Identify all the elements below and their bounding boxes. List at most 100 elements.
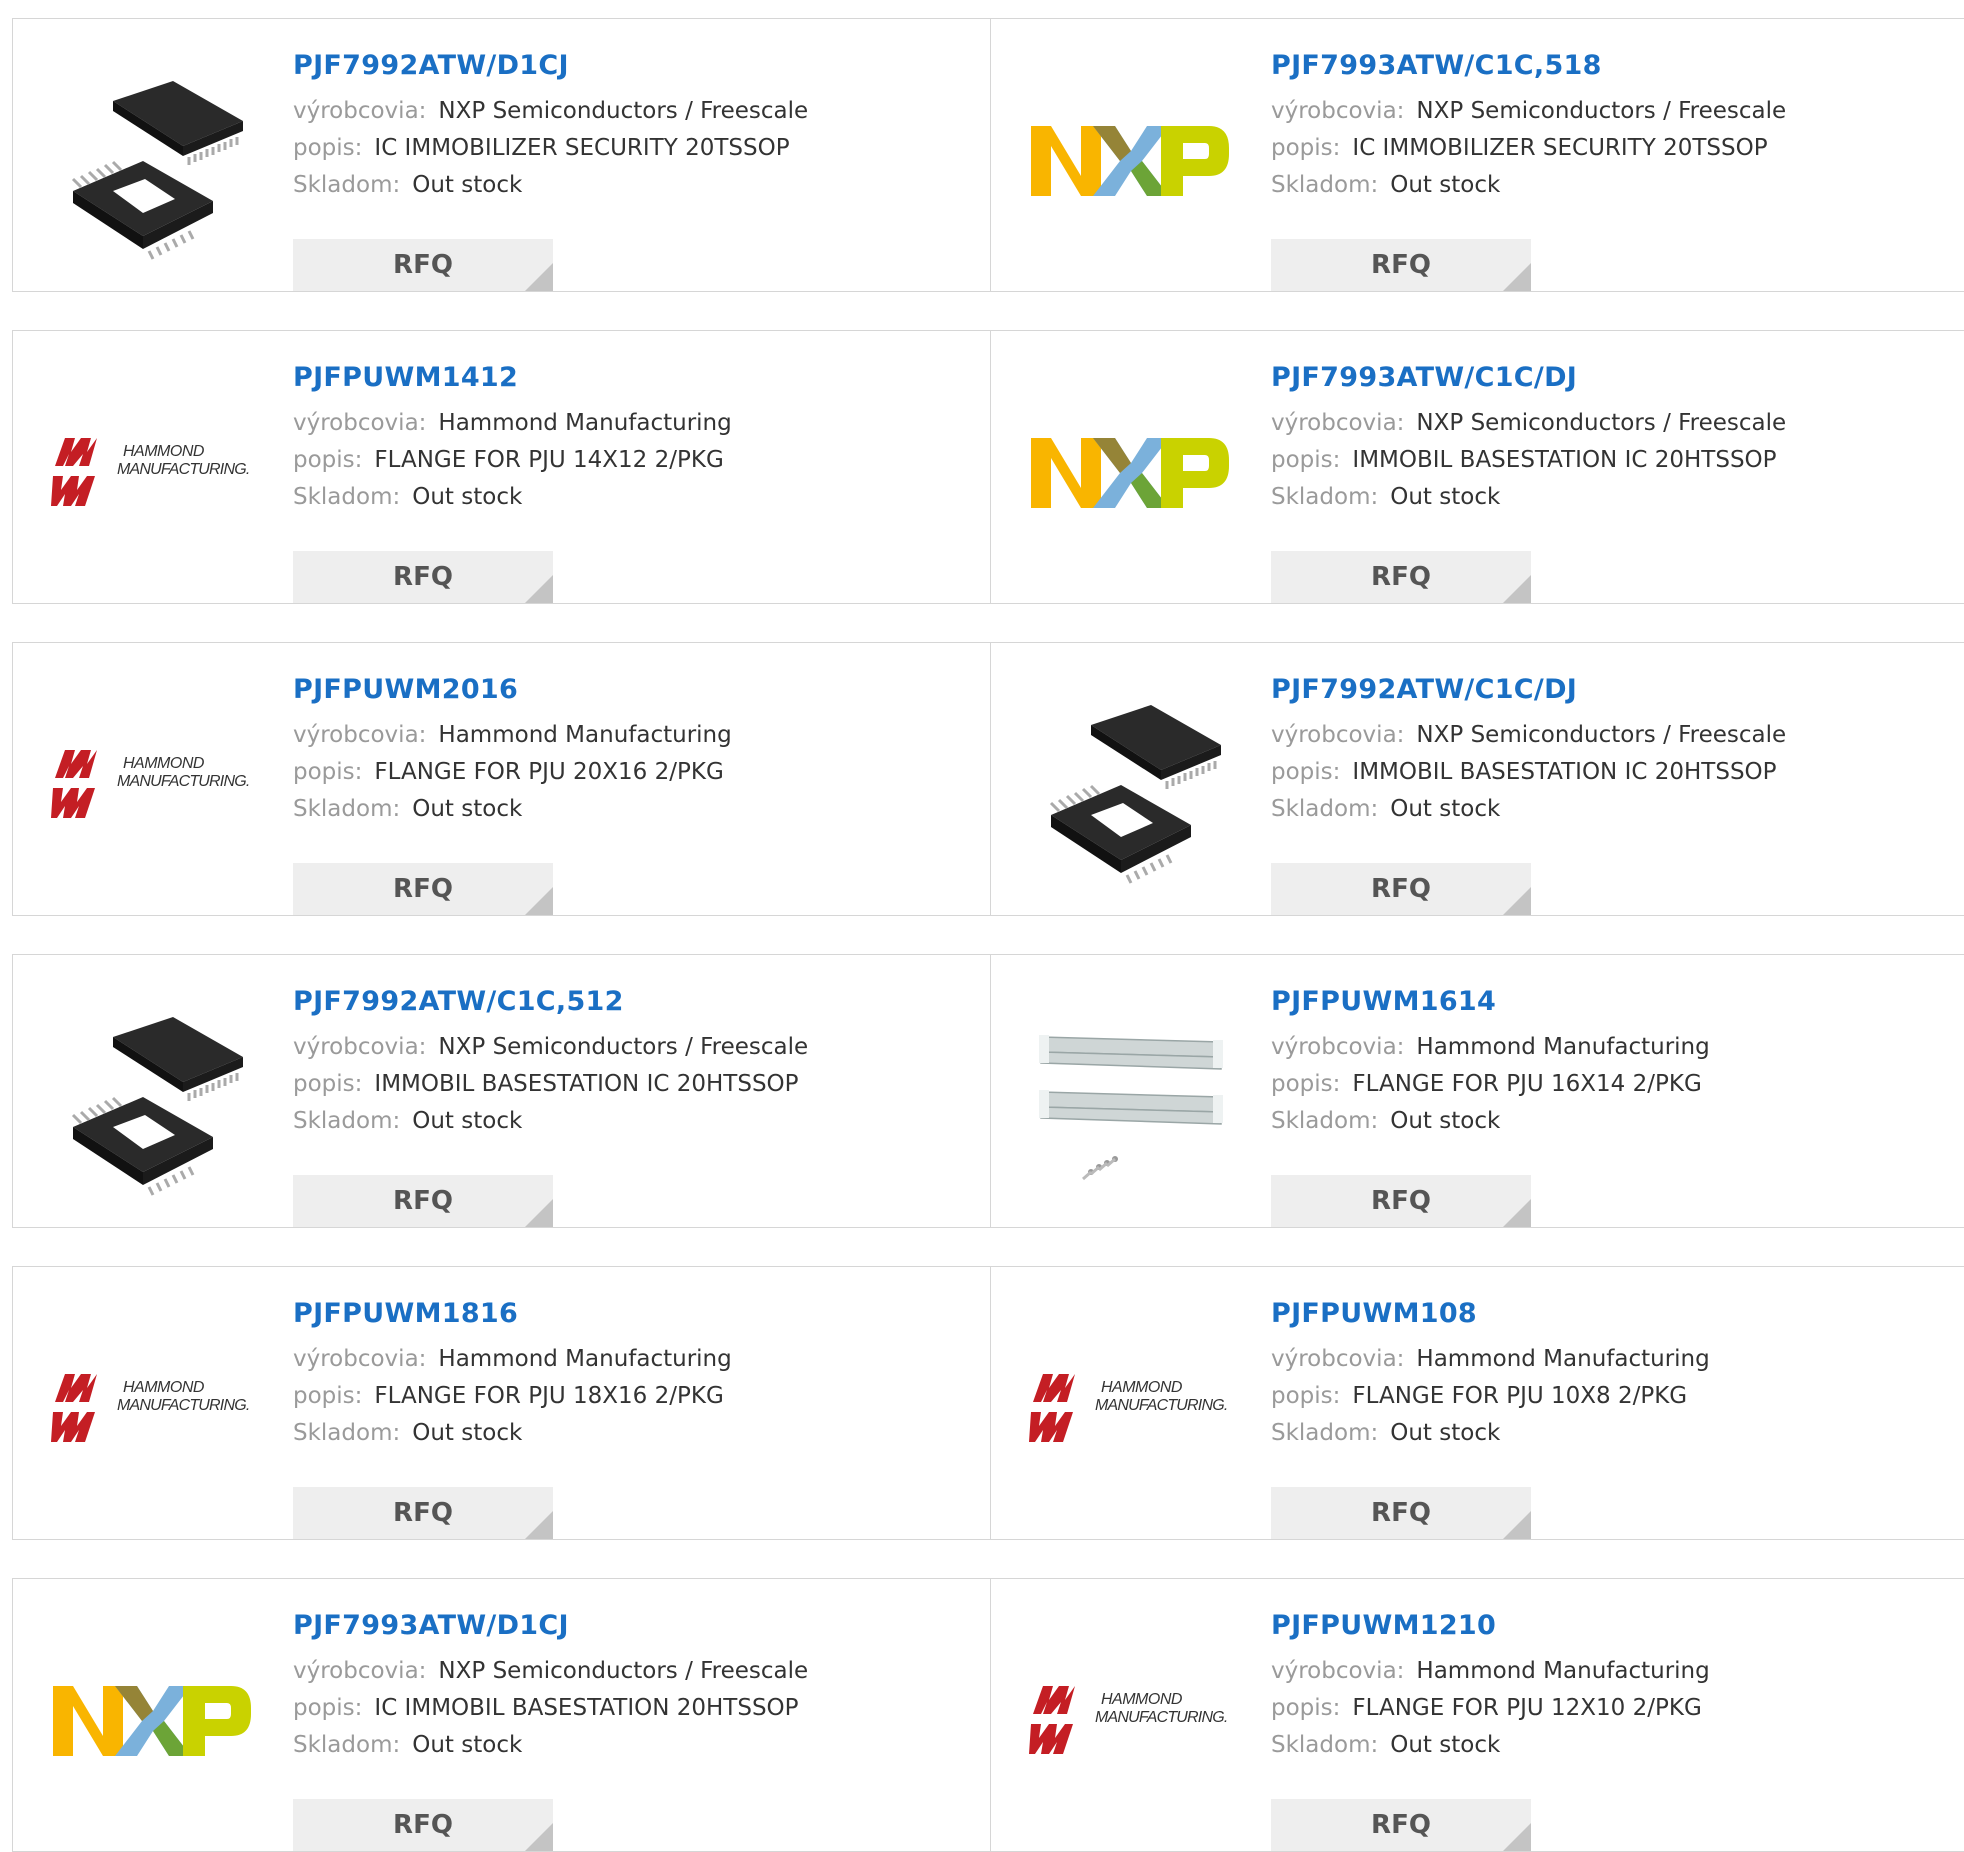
stock-label: Skladom: [1271,172,1379,198]
corner-triangle-icon [1503,1199,1531,1227]
part-number-link[interactable]: PJF7992ATW/D1CJ [293,47,808,93]
corner-triangle-icon [1503,263,1531,291]
part-number-link[interactable]: PJFPUWM1412 [293,359,732,405]
rfq-button[interactable]: RFQ [293,1175,553,1227]
rfq-label: RFQ [393,1810,453,1840]
manufacturer-label: výrobcovia: [293,98,427,124]
description-line: popis: FLANGE FOR PJU 10X8 2/PKG [1271,1378,1710,1415]
stock-value: Out stock [412,1108,523,1134]
manufacturer-value: Hammond Manufacturing [438,722,732,748]
svg-text:MANUFACTURING.: MANUFACTURING. [1095,1709,1228,1726]
rfq-button[interactable]: RFQ [1271,551,1531,603]
product-card: HAMMOND MANUFACTURING. PJFPUWM1210 výrobc… [991,1579,1964,1851]
stock-line: Skladom: Out stock [293,167,808,204]
product-image[interactable] [1029,683,1233,887]
tssop-chip-icon [1049,705,1221,884]
manufacturer-line: výrobcovia: NXP Semiconductors / Freescal… [1271,717,1786,754]
svg-text:HAMMOND: HAMMOND [1101,1379,1183,1396]
rfq-button[interactable]: RFQ [1271,863,1531,915]
manufacturer-value: NXP Semiconductors / Freescale [1416,722,1787,748]
manufacturer-line: výrobcovia: Hammond Manufacturing [293,717,732,754]
product-image[interactable]: HAMMOND MANUFACTURING. [1029,1307,1233,1511]
corner-triangle-icon [525,887,553,915]
part-number-link[interactable]: PJFPUWM1614 [1271,983,1710,1029]
rfq-button[interactable]: RFQ [1271,1175,1531,1227]
part-number-link[interactable]: PJF7992ATW/C1C/DJ [1271,671,1786,717]
description-value: IC IMMOBILIZER SECURITY 20TSSOP [1352,135,1768,161]
stock-line: Skladom: Out stock [1271,791,1786,828]
svg-text:MANUFACTURING.: MANUFACTURING. [117,461,250,478]
description-label: popis: [1271,135,1341,161]
product-info: PJFPUWM1614 výrobcovia: Hammond Manufactur… [1271,983,1710,1227]
part-number-link[interactable]: PJF7992ATW/C1C,512 [293,983,808,1029]
description-label: popis: [293,1695,363,1721]
description-label: popis: [1271,1695,1341,1721]
product-info: PJF7992ATW/D1CJ výrobcovia: NXP Semiconduc… [293,47,808,291]
stock-line: Skladom: Out stock [293,791,732,828]
description-line: popis: FLANGE FOR PJU 12X10 2/PKG [1271,1690,1710,1727]
manufacturer-label: výrobcovia: [293,722,427,748]
description-value: IMMOBIL BASESTATION IC 20HTSSOP [374,1071,799,1097]
rfq-button[interactable]: RFQ [293,1487,553,1539]
stock-value: Out stock [1390,796,1501,822]
part-number-link[interactable]: PJFPUWM2016 [293,671,732,717]
product-info: PJFPUWM2016 výrobcovia: Hammond Manufactur… [293,671,732,915]
rfq-button[interactable]: RFQ [1271,239,1531,291]
manufacturer-value: NXP Semiconductors / Freescale [1416,98,1787,124]
manufacturer-label: výrobcovia: [1271,98,1405,124]
part-number-link[interactable]: PJFPUWM1210 [1271,1607,1710,1653]
product-image[interactable] [1029,371,1233,575]
nxp-logo-icon [53,1686,251,1756]
stock-label: Skladom: [293,484,401,510]
product-image[interactable]: HAMMOND MANUFACTURING. [51,1307,255,1511]
product-image[interactable] [1029,59,1233,263]
svg-text:MANUFACTURING.: MANUFACTURING. [117,1397,250,1414]
part-number-link[interactable]: PJFPUWM108 [1271,1295,1710,1341]
product-image[interactable] [1029,995,1233,1199]
manufacturer-label: výrobcovia: [1271,410,1405,436]
rfq-button[interactable]: RFQ [293,863,553,915]
manufacturer-value: NXP Semiconductors / Freescale [438,1658,809,1684]
product-info: PJF7993ATW/C1C,518 výrobcovia: NXP Semicon… [1271,47,1787,291]
product-image[interactable] [51,995,255,1199]
part-number-link[interactable]: PJF7993ATW/D1CJ [293,1607,808,1653]
part-number-link[interactable]: PJF7993ATW/C1C/DJ [1271,359,1786,405]
product-image[interactable]: HAMMOND MANUFACTURING. [1029,1619,1233,1823]
product-row: PJF7992ATW/D1CJ výrobcovia: NXP Semiconduc… [12,18,1964,292]
rfq-button[interactable]: RFQ [293,1799,553,1851]
rfq-button[interactable]: RFQ [293,551,553,603]
product-image[interactable]: HAMMOND MANUFACTURING. [51,683,255,887]
svg-text:MANUFACTURING.: MANUFACTURING. [1095,1397,1228,1414]
product-card: HAMMOND MANUFACTURING. PJFPUWM1412 výrobc… [13,331,991,603]
description-label: popis: [293,135,363,161]
description-line: popis: IMMOBIL BASESTATION IC 20HTSSOP [293,1066,808,1103]
nxp-logo-icon [1031,126,1229,196]
product-info: PJFPUWM1412 výrobcovia: Hammond Manufactur… [293,359,732,603]
stock-line: Skladom: Out stock [293,1103,808,1140]
product-image[interactable]: HAMMOND MANUFACTURING. [51,371,255,575]
part-number-link[interactable]: PJFPUWM1816 [293,1295,732,1341]
manufacturer-line: výrobcovia: NXP Semiconductors / Freescal… [293,1653,808,1690]
rfq-button[interactable]: RFQ [1271,1799,1531,1851]
description-label: popis: [1271,1383,1341,1409]
product-image[interactable] [51,59,255,263]
manufacturer-label: výrobcovia: [293,1034,427,1060]
manufacturer-label: výrobcovia: [293,1658,427,1684]
stock-value: Out stock [412,1732,523,1758]
hammond-logo-icon: HAMMOND MANUFACTURING. [51,1374,250,1442]
product-info: PJF7993ATW/D1CJ výrobcovia: NXP Semiconduc… [293,1607,808,1851]
description-value: FLANGE FOR PJU 18X16 2/PKG [374,1383,724,1409]
manufacturer-value: Hammond Manufacturing [1416,1346,1710,1372]
product-image[interactable] [51,1619,255,1823]
description-line: popis: IMMOBIL BASESTATION IC 20HTSSOP [1271,754,1786,791]
manufacturer-line: výrobcovia: Hammond Manufacturing [1271,1029,1710,1066]
description-label: popis: [293,759,363,785]
rfq-button[interactable]: RFQ [1271,1487,1531,1539]
stock-label: Skladom: [293,1108,401,1134]
hammond-logo-icon: HAMMOND MANUFACTURING. [51,438,250,506]
corner-triangle-icon [1503,575,1531,603]
part-number-link[interactable]: PJF7993ATW/C1C,518 [1271,47,1786,93]
description-line: popis: IC IMMOBILIZER SECURITY 20TSSOP [293,130,808,167]
manufacturer-value: Hammond Manufacturing [1416,1658,1710,1684]
rfq-button[interactable]: RFQ [293,239,553,291]
